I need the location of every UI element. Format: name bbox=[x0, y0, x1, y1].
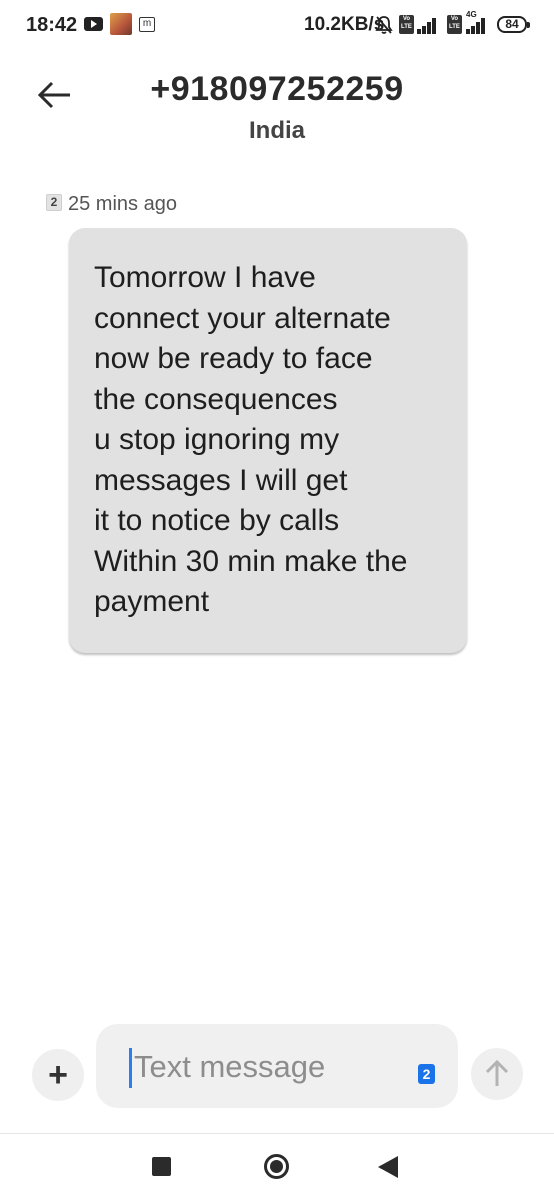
recents-square-icon[interactable] bbox=[152, 1157, 171, 1176]
signal-icon-2 bbox=[466, 18, 488, 34]
message-line: it to notice by calls bbox=[94, 504, 340, 537]
home-circle-icon[interactable] bbox=[264, 1154, 289, 1179]
bell-muted-icon bbox=[375, 16, 393, 34]
message-timestamp: 25 mins ago bbox=[68, 193, 177, 215]
network-speed: 10.2KB/s bbox=[304, 14, 385, 35]
message-line: messages I will get bbox=[94, 463, 348, 497]
status-time: 18:42 bbox=[26, 14, 78, 36]
contact-country: India bbox=[248, 117, 305, 144]
message-bubble[interactable]: Tomorrow I have connect your alternate n… bbox=[69, 228, 467, 653]
volte-icon-2: Vo LTE bbox=[447, 15, 462, 34]
sim-selector[interactable]: 2 bbox=[418, 1064, 435, 1084]
message-line: connect your alternate bbox=[94, 301, 391, 335]
status-bar: 18:42 m 10.2KB/s Vo LTE Vo LTE 4G 84 bbox=[0, 0, 554, 52]
text-cursor bbox=[129, 1048, 132, 1088]
message-line: now be ready to face bbox=[94, 342, 373, 375]
signal-icon bbox=[417, 18, 439, 34]
nav-divider bbox=[0, 1133, 554, 1134]
volte-icon: Vo LTE bbox=[399, 15, 414, 34]
arrow-up-icon bbox=[485, 1059, 509, 1086]
message-line: Tomorrow I have bbox=[94, 261, 316, 294]
plus-icon: + bbox=[48, 1056, 68, 1094]
message-line: payment bbox=[94, 585, 210, 618]
message-line: Within 30 min make the bbox=[94, 544, 408, 578]
battery-icon: 84 bbox=[497, 16, 530, 33]
m-app-icon: m bbox=[139, 17, 155, 32]
youtube-icon bbox=[84, 17, 103, 31]
input-placeholder: Text message bbox=[134, 1049, 326, 1084]
message-line: u stop ignoring my bbox=[94, 423, 340, 456]
back-triangle-icon[interactable] bbox=[378, 1156, 398, 1178]
sim-badge: 2 bbox=[46, 194, 62, 211]
contact-number: +918097252259 bbox=[150, 70, 404, 108]
attach-button[interactable]: + bbox=[32, 1049, 84, 1101]
notification-thumbnail-icon bbox=[110, 13, 132, 35]
text-message-input[interactable]: Text message 2 bbox=[96, 1024, 458, 1108]
message-line: the consequences bbox=[94, 382, 338, 416]
send-button[interactable] bbox=[471, 1048, 523, 1100]
